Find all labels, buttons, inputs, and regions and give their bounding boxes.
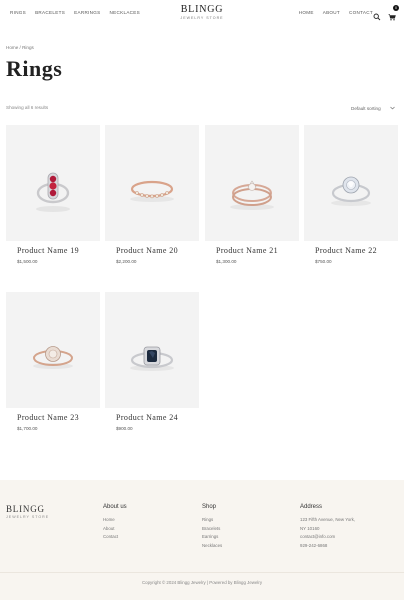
sort-dropdown[interactable]: Default sorting: [338, 103, 398, 113]
footer-logo-name: BLINGG: [6, 504, 45, 514]
results-count: Showing all 6 results: [6, 105, 49, 110]
site-footer: BLINGG JEWELRY STORE About us Home About…: [0, 480, 404, 600]
product-name[interactable]: Product Name 23: [17, 413, 100, 423]
product-card[interactable]: Product Name 24 $900.00: [105, 292, 199, 431]
footer-logo-tagline: JEWELRY STORE: [6, 515, 50, 519]
footer-link-rings[interactable]: Rings: [202, 516, 222, 525]
footer-divider: [0, 572, 404, 573]
search-icon[interactable]: [373, 8, 381, 21]
nav-link-contact[interactable]: Contact: [349, 10, 373, 15]
product-price: $1,500.00: [17, 258, 38, 264]
product-price: $1,700.00: [17, 425, 38, 431]
footer-address-street: 123 Fifth Avenue, New York,: [300, 517, 356, 522]
chevron-down-icon: [390, 106, 395, 111]
product-price: $1,300.00: [216, 258, 237, 264]
footer-address-title: Address: [300, 504, 323, 510]
product-image[interactable]: [6, 125, 100, 241]
footer-link-about[interactable]: About: [103, 525, 127, 534]
product-price: $2,200.00: [116, 258, 137, 264]
footer-phone-link[interactable]: 929-242-6868: [300, 542, 355, 551]
footer-link-contact[interactable]: Contact: [103, 533, 127, 542]
product-image[interactable]: [6, 292, 100, 408]
breadcrumb[interactable]: Home / Rings: [6, 45, 34, 50]
footer-shop-column: Shop Rings Bracelets Earrings Necklaces: [202, 504, 222, 550]
footer-address-city: NY 10160: [300, 525, 320, 531]
product-card[interactable]: Product Name 23 $1,700.00: [6, 292, 100, 431]
product-image[interactable]: [105, 292, 199, 408]
product-price: $900.00: [116, 425, 133, 431]
product-image[interactable]: [105, 125, 199, 241]
nav-link-home[interactable]: Home: [299, 10, 314, 15]
logo-tagline: JEWELRY STORE: [180, 16, 224, 20]
product-card[interactable]: Product Name 22 $750.00: [304, 125, 398, 264]
product-image[interactable]: [205, 125, 299, 241]
footer-link-earrings[interactable]: Earrings: [202, 533, 222, 542]
footer-link-bracelets[interactable]: Bracelets: [202, 525, 222, 534]
product-name[interactable]: Product Name 20: [116, 246, 199, 256]
product-card[interactable]: Product Name 20 $2,200.00: [105, 125, 199, 264]
product-name[interactable]: Product Name 22: [315, 246, 398, 256]
site-header: Rings Bracelets Earrings Necklaces BLING…: [0, 0, 404, 28]
cart-count-badge: 0: [393, 5, 399, 11]
copyright-text: Copyright © 2024 Blingg Jewelry | Powere…: [141, 580, 263, 585]
footer-logo[interactable]: BLINGG JEWELRY STORE: [6, 504, 49, 519]
product-name[interactable]: Product Name 19: [17, 246, 100, 256]
footer-about-title: About us: [103, 504, 127, 510]
product-card[interactable]: Product Name 21 $1,300.00: [205, 125, 299, 264]
nav-link-about[interactable]: About: [323, 10, 340, 15]
product-image[interactable]: [304, 125, 398, 241]
product-name[interactable]: Product Name 24: [116, 413, 199, 423]
footer-shop-title: Shop: [202, 504, 217, 510]
footer-about-column: About us Home About Contact: [103, 504, 127, 542]
product-name[interactable]: Product Name 21: [216, 246, 299, 256]
footer-address-column: Address 123 Fifth Avenue, New York, NY 1…: [300, 504, 355, 550]
footer-link-necklaces[interactable]: Necklaces: [202, 542, 222, 551]
secondary-nav: Home About Contact: [299, 10, 373, 15]
product-price: $750.00: [315, 258, 332, 264]
sort-selected-value: Default sorting: [351, 105, 381, 111]
footer-email-link[interactable]: contact@info.com: [300, 533, 355, 542]
product-card[interactable]: Product Name 19 $1,500.00: [6, 125, 100, 264]
cart-icon[interactable]: 0: [388, 5, 399, 21]
footer-link-home[interactable]: Home: [103, 516, 127, 525]
page-title: Rings: [6, 56, 63, 81]
